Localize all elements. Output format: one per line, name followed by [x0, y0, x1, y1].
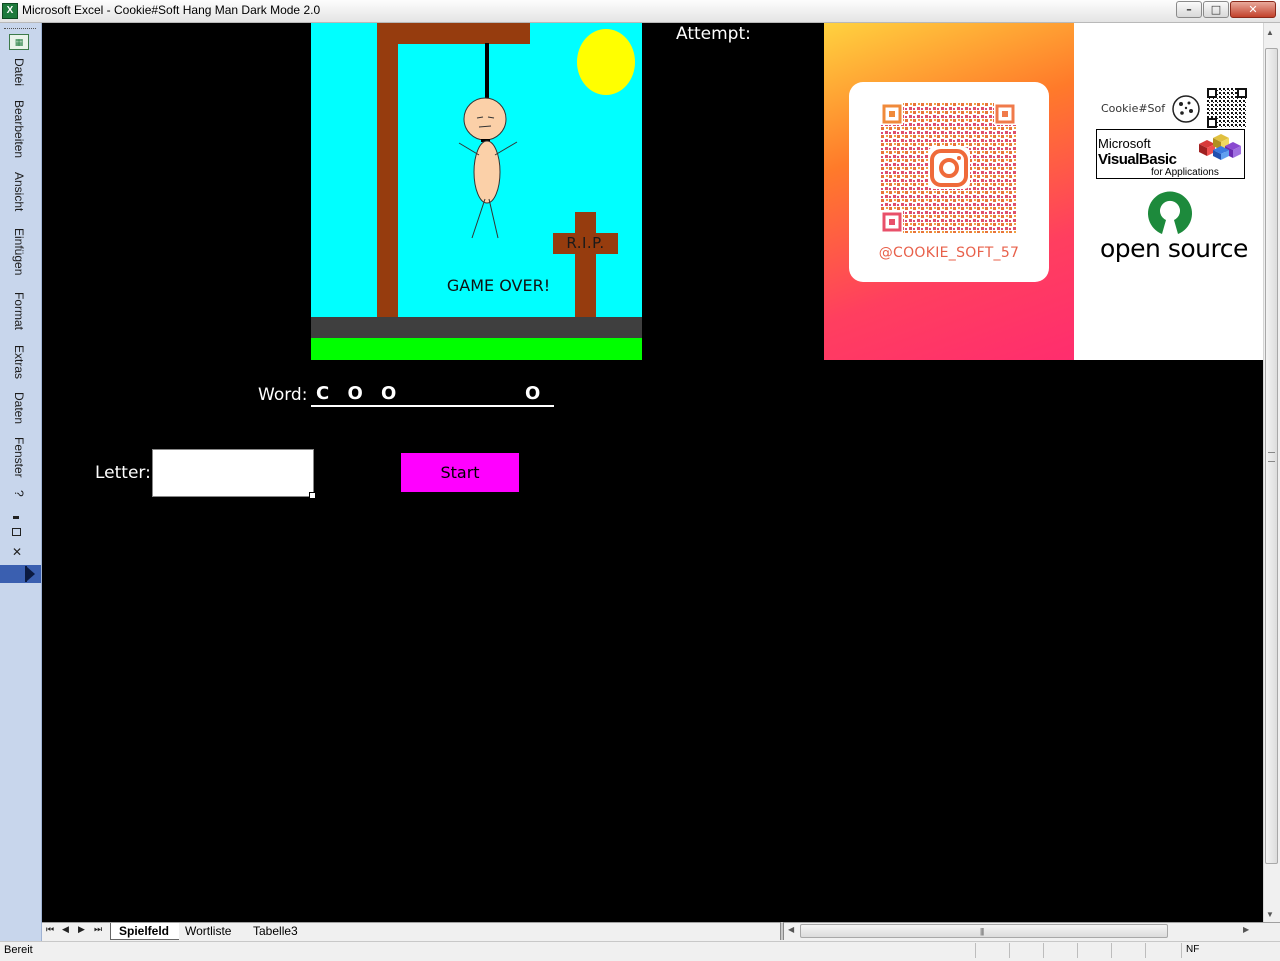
sun-shape	[577, 29, 635, 95]
minimize-button[interactable]: –	[1176, 1, 1202, 18]
word-display: C O O O	[316, 383, 547, 404]
menu-extras[interactable]: Extras	[9, 345, 29, 379]
menu-einfuegen[interactable]: Einfügen	[9, 228, 29, 275]
menu-fenster[interactable]: Fenster	[9, 437, 29, 478]
qr-code-icon	[1207, 88, 1247, 128]
status-cell	[1111, 943, 1145, 958]
status-numlock: NF	[1186, 944, 1200, 955]
letter-label: Letter:	[95, 463, 151, 483]
menu-bearbeiten[interactable]: Bearbeiten	[9, 100, 29, 158]
menu-help[interactable]: ?	[9, 490, 29, 497]
horizontal-scroll-thumb[interactable]	[800, 924, 1168, 938]
workbook-restore-icon[interactable]	[12, 528, 21, 536]
hanged-stick-figure	[458, 97, 518, 239]
vba-cubes-icon	[1199, 134, 1241, 160]
cookie-icon	[1172, 95, 1200, 123]
scroll-grip-icon	[1268, 452, 1275, 462]
menu-format[interactable]: Format	[9, 292, 29, 330]
rope	[485, 43, 489, 101]
word-label: Word:	[258, 385, 308, 405]
status-cell	[1145, 943, 1181, 958]
scroll-left-icon[interactable]: ◀	[788, 925, 794, 934]
vba-logo-applications: for Applications	[1151, 167, 1219, 178]
tab-wortliste[interactable]: Wortliste	[177, 923, 241, 939]
menu-ansicht[interactable]: Ansicht	[9, 172, 29, 211]
open-source-text: open source	[1100, 234, 1248, 263]
grave-cross-vertical	[575, 212, 596, 317]
workbook-icon[interactable]: ▦	[9, 34, 29, 50]
instagram-qr-code-icon	[881, 103, 1016, 233]
game-over-message: GAME OVER!	[446, 276, 551, 295]
tab-spielfeld[interactable]: Spielfeld	[110, 923, 180, 940]
grass-strip	[311, 338, 642, 360]
workbook-close-icon[interactable]: ✕	[12, 546, 22, 558]
status-cell	[1009, 943, 1043, 958]
attempt-label: Attempt:	[676, 24, 751, 44]
status-cell	[975, 943, 1009, 958]
textbox-resize-handle[interactable]	[309, 492, 316, 499]
status-cell	[1043, 943, 1077, 958]
scroll-up-icon[interactable]: ▲	[1266, 28, 1274, 37]
cookie-soft-brand: Cookie#Sof	[1101, 102, 1166, 115]
instagram-handle: @COOKIE_SOFT_57	[878, 245, 1020, 261]
gallows-beam	[377, 23, 530, 44]
letter-input[interactable]	[152, 449, 314, 497]
excel-app-icon[interactable]: X	[2, 3, 18, 19]
gallows-post	[377, 23, 398, 317]
next-sheet-icon[interactable]: ▶	[78, 924, 85, 935]
ground-strip	[311, 317, 642, 338]
last-sheet-icon[interactable]: ⏭	[94, 924, 102, 935]
scroll-right-icon[interactable]: ▶	[1243, 925, 1249, 934]
first-sheet-icon[interactable]: ⏮	[46, 924, 54, 935]
tab-tabelle3[interactable]: Tabelle3	[245, 923, 308, 939]
maximize-button[interactable]: □	[1203, 1, 1229, 18]
scroll-down-icon[interactable]: ▼	[1266, 910, 1274, 919]
menu-bar	[0, 23, 42, 941]
status-cell	[1077, 943, 1111, 958]
status-text: Bereit	[4, 944, 33, 956]
hscroll-grip-icon: |||	[980, 927, 984, 936]
menu-grip-handle[interactable]	[4, 28, 36, 31]
menu-daten[interactable]: Daten	[9, 392, 29, 424]
hangman-scene: R.I.P. GAME OVER!	[311, 23, 642, 360]
prev-sheet-icon[interactable]: ◀	[62, 924, 69, 935]
tab-split-handle[interactable]	[780, 922, 784, 940]
word-underline	[311, 405, 554, 407]
vba-logo-visualbasic: VisualBasic	[1098, 151, 1177, 168]
open-source-keyhole-icon	[1148, 191, 1192, 234]
vba-logo-microsoft: Microsoft	[1098, 136, 1151, 151]
close-button[interactable]: ✕	[1230, 1, 1276, 18]
rip-label: R.I.P.	[566, 234, 605, 252]
workbook-minimize-icon[interactable]	[13, 516, 19, 519]
menu-datei[interactable]: Datei	[9, 58, 29, 86]
start-button[interactable]: Start	[400, 452, 520, 493]
toolbar-options-chevron-icon[interactable]	[0, 565, 41, 583]
window-title: Microsoft Excel - Cookie#Soft Hang Man D…	[22, 3, 321, 17]
